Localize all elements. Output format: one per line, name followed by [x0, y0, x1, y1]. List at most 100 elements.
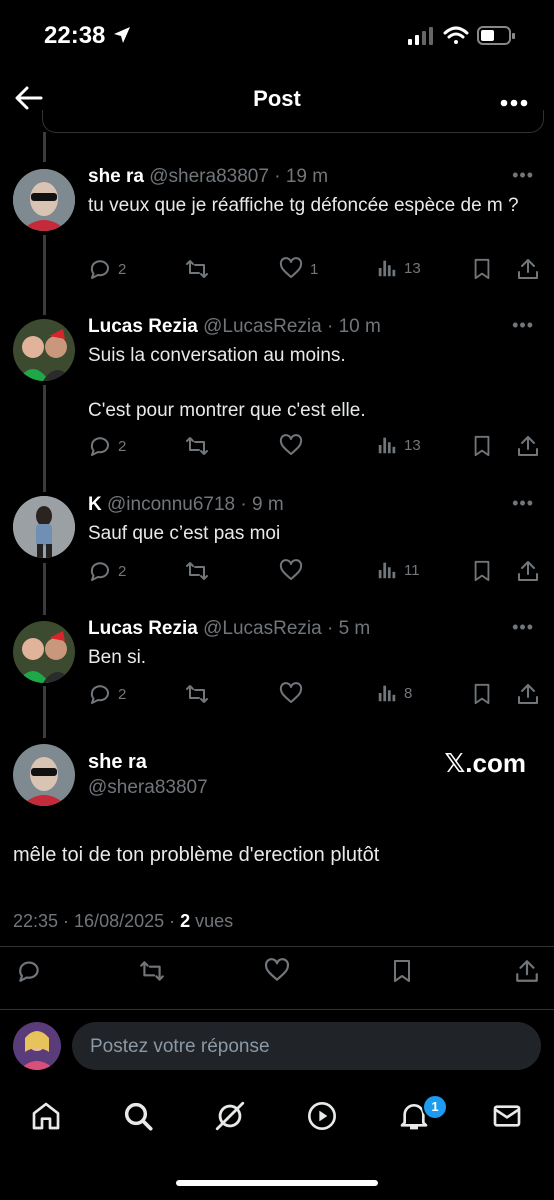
views-button[interactable]: 11 [376, 559, 420, 581]
post-text-line-2: C'est pour montrer que c'est elle. [88, 400, 366, 421]
status-icons [408, 24, 518, 53]
avatar[interactable] [13, 169, 75, 231]
heart-icon [279, 257, 303, 278]
like-button[interactable] [278, 559, 310, 583]
repost-button[interactable] [184, 682, 216, 706]
repost-icon [186, 437, 208, 455]
location-arrow-icon [114, 27, 131, 43]
author-handle[interactable]: @shera83807 [149, 166, 269, 187]
nav-search[interactable] [118, 1094, 158, 1138]
comment-icon [90, 685, 109, 704]
post-more-button[interactable]: ••• [512, 493, 534, 514]
views-icon [378, 437, 396, 454]
repost-icon [186, 260, 208, 278]
status-time: 22:38 [44, 22, 132, 50]
repost-button[interactable] [184, 559, 216, 583]
share-button[interactable] [516, 682, 540, 706]
post-text: Ben si. [88, 647, 147, 668]
nav-grok[interactable] [210, 1094, 250, 1138]
like-button[interactable] [278, 434, 310, 458]
share-button[interactable] [516, 257, 540, 281]
bookmark-button[interactable] [471, 559, 493, 583]
post-timestamp: 22:35 · 16/08/2025 · [13, 911, 181, 931]
post-age: 19 m [285, 166, 329, 187]
replies-count: 2 [118, 437, 127, 455]
share-button[interactable] [514, 958, 540, 989]
reply-post[interactable]: Lucas Rezia @LucasRezia · 5 m ••• Ben si… [88, 617, 534, 672]
post-text: Suis la conversation au moins. [88, 345, 346, 366]
post-more-button[interactable]: ••• [512, 165, 534, 186]
bookmark-icon [474, 683, 490, 705]
like-button[interactable]: 1 [278, 257, 318, 281]
reply-button[interactable]: 2 [88, 682, 126, 706]
reply-button[interactable]: 2 [88, 434, 126, 458]
post-more-button[interactable]: ••• [512, 617, 534, 638]
home-indicator [176, 1180, 378, 1186]
heart-icon [279, 559, 303, 580]
author-handle[interactable]: @shera83807 [88, 777, 208, 799]
bookmark-button[interactable] [471, 434, 493, 458]
reply-button[interactable] [16, 958, 42, 989]
author-name[interactable]: Lucas Rezia [88, 618, 198, 639]
nav-messages[interactable] [487, 1094, 527, 1138]
repost-icon [140, 961, 164, 981]
bookmark-button[interactable] [471, 682, 493, 706]
thread-line [43, 385, 46, 492]
reply-post[interactable]: K @inconnu6718 · 9 m ••• Sauf que c’est … [88, 493, 534, 548]
share-icon [518, 561, 538, 581]
avatar[interactable] [13, 319, 75, 381]
like-button[interactable] [263, 958, 291, 989]
avatar[interactable] [13, 744, 75, 806]
reply-button[interactable]: 2 [88, 257, 126, 281]
author-handle[interactable]: @LucasRezia [203, 316, 322, 337]
bookmark-icon [394, 960, 410, 982]
reply-button[interactable]: 2 [88, 559, 126, 583]
share-button[interactable] [516, 434, 540, 458]
share-button[interactable] [516, 559, 540, 583]
avatar[interactable] [13, 621, 75, 683]
bookmark-icon [474, 258, 490, 280]
divider [0, 946, 554, 947]
replies-count: 2 [118, 562, 127, 580]
views-button[interactable]: 8 [376, 682, 412, 704]
my-avatar[interactable] [13, 1022, 61, 1070]
reply-post[interactable]: Lucas Rezia @LucasRezia · 10 m ••• Suis … [88, 315, 534, 425]
comment-icon [19, 961, 39, 982]
repost-button[interactable] [184, 257, 216, 281]
share-icon [518, 684, 538, 704]
author-handle[interactable]: @inconnu6718 [107, 494, 235, 515]
reply-post[interactable]: she ra @shera83807 · 19 m ••• tu veux qu… [88, 165, 534, 220]
post-more-button[interactable]: ••• [512, 315, 534, 336]
views-button[interactable]: 13 [376, 434, 421, 456]
play-icon [308, 1102, 336, 1130]
author-name[interactable]: she ra [88, 166, 144, 187]
views-label: vues [190, 911, 234, 931]
views-count: 8 [404, 684, 413, 702]
thread-line [43, 235, 46, 315]
home-icon [32, 1102, 60, 1130]
thread-line [43, 686, 46, 738]
author-name[interactable]: Lucas Rezia [88, 316, 198, 337]
battery-icon [477, 26, 515, 45]
author-handle[interactable]: @LucasRezia [203, 618, 322, 639]
comment-icon [90, 437, 109, 456]
repost-button[interactable] [184, 434, 216, 458]
bookmark-button[interactable] [471, 257, 493, 281]
search-icon [124, 1102, 153, 1131]
post-age: 5 m [338, 618, 371, 639]
views-button[interactable]: 13 [376, 257, 421, 279]
divider [0, 1009, 554, 1010]
nav-video[interactable] [302, 1094, 342, 1138]
share-icon [518, 436, 538, 456]
likes-count: 1 [310, 260, 319, 278]
avatar[interactable] [13, 496, 75, 558]
like-button[interactable] [278, 682, 310, 706]
author-name[interactable]: K [88, 494, 102, 515]
bookmark-button[interactable] [390, 958, 414, 989]
author-name[interactable]: she ra [88, 751, 147, 774]
views-count: 13 [404, 436, 421, 454]
share-icon [516, 960, 538, 982]
view-count[interactable]: 2 [180, 911, 190, 931]
repost-button[interactable] [138, 958, 166, 989]
nav-home[interactable] [26, 1094, 66, 1138]
